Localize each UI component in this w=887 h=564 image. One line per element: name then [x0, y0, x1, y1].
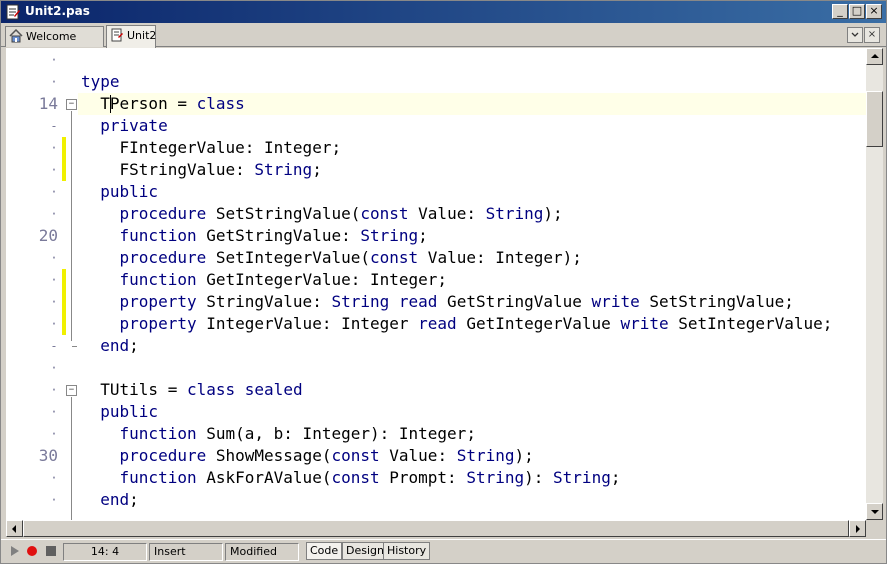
- vertical-scrollbar[interactable]: [866, 48, 883, 520]
- status-bar: 14: 4 Insert Modified Code Design Histor…: [1, 539, 886, 563]
- ide-window: Unit2.pas _ □ × Welcome Page Unit2: [0, 0, 887, 564]
- code-line[interactable]: FStringValue: String;: [81, 159, 322, 181]
- fold-toggle[interactable]: −: [66, 99, 77, 110]
- tab-label: Unit2: [127, 29, 157, 42]
- line-gutter: · · 14 - · · · · 20 · · · · - · · · · 30…: [6, 48, 77, 520]
- fold-guide: [71, 397, 72, 520]
- gutter-dot: ·: [50, 493, 58, 507]
- gutter-dot: ·: [50, 427, 58, 441]
- arrow-right-icon: [856, 525, 860, 533]
- code-line[interactable]: public: [81, 181, 158, 203]
- arrow-up-icon: [871, 54, 879, 58]
- editor-tab-bar: Welcome Page Unit2 ×: [1, 23, 886, 62]
- gutter-dash: -: [50, 119, 58, 133]
- code-line[interactable]: TPerson = class: [81, 93, 245, 115]
- code-line[interactable]: end;: [81, 489, 139, 511]
- code-line[interactable]: procedure SetStringValue(const Value: St…: [81, 203, 563, 225]
- gutter-dot: ·: [50, 405, 58, 419]
- horizontal-scrollbar[interactable]: [6, 520, 866, 537]
- gutter-dot: ·: [50, 141, 58, 155]
- code-line[interactable]: function AskForAValue(const Prompt: Stri…: [81, 467, 621, 489]
- scroll-up-button[interactable]: [866, 48, 883, 65]
- text-caret: [110, 95, 111, 113]
- line-number: 14: [38, 94, 58, 113]
- code-line[interactable]: function Sum(a, b: Integer): Integer;: [81, 423, 476, 445]
- minimize-button[interactable]: _: [832, 4, 848, 19]
- gutter-dot: ·: [50, 361, 58, 375]
- fold-toggle[interactable]: −: [66, 385, 77, 396]
- code-line[interactable]: end;: [81, 335, 139, 357]
- arrow-down-icon: [871, 510, 879, 514]
- code-line[interactable]: FIntegerValue: Integer;: [81, 137, 342, 159]
- code-line[interactable]: type: [81, 71, 120, 93]
- gutter-dot: ·: [50, 251, 58, 265]
- fold-end-tick: [72, 346, 77, 347]
- window-title: Unit2.pas: [25, 4, 90, 18]
- fold-guide: [71, 111, 72, 341]
- code-line[interactable]: function GetIntegerValue: Integer;: [81, 269, 448, 291]
- gutter-dot: ·: [50, 75, 58, 89]
- horizontal-scroll-thumb[interactable]: [23, 520, 849, 537]
- code-line[interactable]: private: [81, 115, 167, 137]
- tab-unit2[interactable]: Unit2: [106, 25, 156, 48]
- tab-list-dropdown[interactable]: [847, 27, 863, 43]
- chevron-down-icon: [851, 32, 859, 37]
- gutter-dot: ·: [50, 53, 58, 67]
- tab-history[interactable]: History: [383, 542, 431, 560]
- gutter-dot: ·: [50, 295, 58, 309]
- scroll-right-button[interactable]: [849, 520, 866, 537]
- gutter-dot: ·: [50, 273, 58, 287]
- code-line[interactable]: property IntegerValue: Integer read GetI…: [81, 313, 833, 335]
- code-line[interactable]: property StringValue: String read GetStr…: [81, 291, 794, 313]
- play-icon[interactable]: [10, 545, 20, 557]
- gutter-dot: ·: [50, 317, 58, 331]
- scroll-left-button[interactable]: [6, 520, 23, 537]
- pas-file-icon: [6, 4, 20, 20]
- insert-mode[interactable]: Insert: [149, 543, 223, 561]
- code-line[interactable]: function GetStringValue: String;: [81, 225, 428, 247]
- gutter-dot: ·: [50, 383, 58, 397]
- modified-line-marker: [62, 269, 66, 335]
- arrow-left-icon: [12, 525, 16, 533]
- gutter-dot: ·: [50, 163, 58, 177]
- tab-code[interactable]: Code: [306, 542, 343, 560]
- home-icon: [9, 29, 23, 43]
- close-button[interactable]: ×: [866, 4, 882, 19]
- gutter-dot: ·: [50, 471, 58, 485]
- modified-status: Modified: [225, 543, 299, 561]
- stop-icon[interactable]: [45, 545, 57, 557]
- gutter-dash: -: [50, 339, 58, 353]
- vertical-scroll-thumb[interactable]: [866, 91, 883, 147]
- code-line[interactable]: TUtils = class sealed: [81, 379, 302, 401]
- maximize-button[interactable]: □: [849, 4, 865, 19]
- record-icon[interactable]: [26, 545, 38, 557]
- tab-design[interactable]: Design: [342, 542, 388, 560]
- modified-line-marker: [62, 137, 66, 181]
- scroll-down-button[interactable]: [866, 503, 883, 520]
- tab-welcome-page[interactable]: Welcome Page: [5, 26, 104, 62]
- code-line[interactable]: public: [81, 401, 158, 423]
- title-bar[interactable]: Unit2.pas _ □ ×: [1, 1, 886, 23]
- cursor-position: 14: 4: [63, 543, 147, 561]
- unit-file-icon: [111, 28, 123, 42]
- line-number: 30: [38, 446, 58, 465]
- line-number: 20: [38, 226, 58, 245]
- scrollbar-corner: [866, 520, 883, 537]
- tab-close-button[interactable]: ×: [864, 27, 880, 43]
- gutter-dot: ·: [50, 185, 58, 199]
- code-editor[interactable]: · · 14 - · · · · 20 · · · · - · · · · 30…: [6, 48, 866, 520]
- gutter-dot: ·: [50, 207, 58, 221]
- code-line[interactable]: procedure SetIntegerValue(const Value: I…: [81, 247, 582, 269]
- code-line[interactable]: procedure ShowMessage(const Value: Strin…: [81, 445, 534, 467]
